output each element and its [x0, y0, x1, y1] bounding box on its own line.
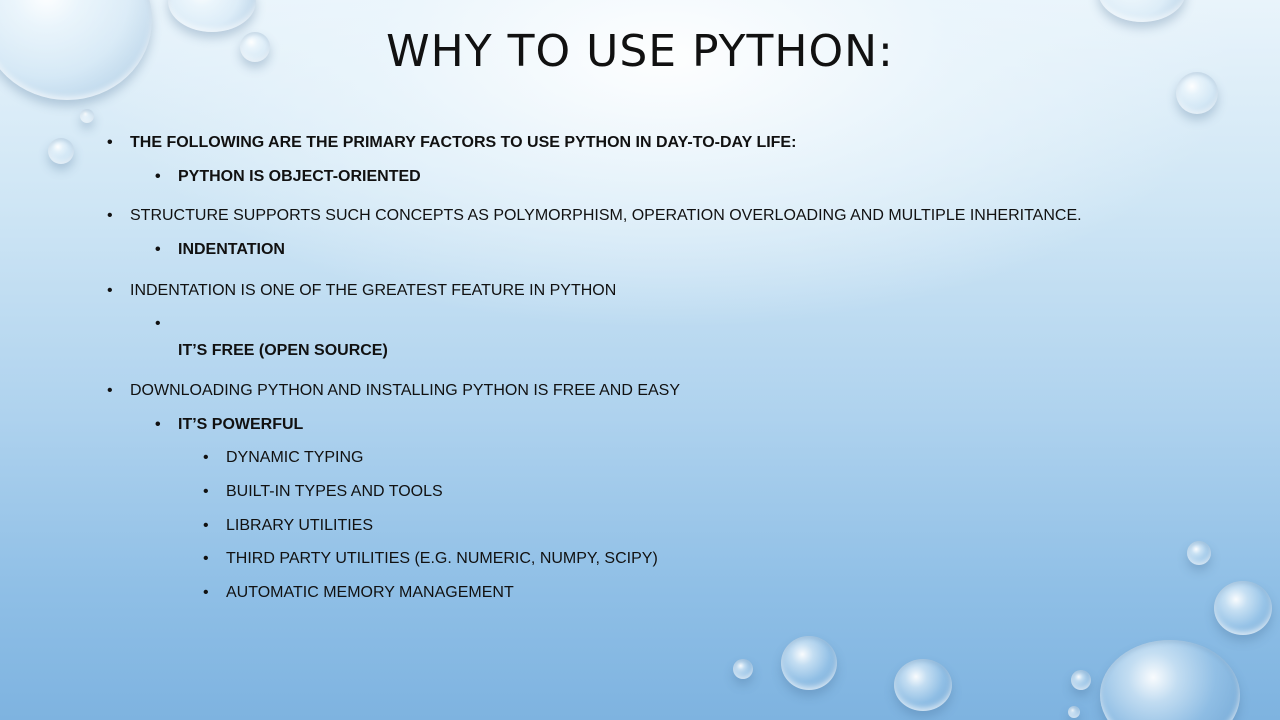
list-item: • IT’S POWERFUL — [155, 415, 304, 435]
bullet-marker: • — [203, 550, 209, 567]
bullet-marker: • — [155, 241, 161, 258]
list-item-text: STRUCTURE SUPPORTS SUCH CONCEPTS AS POLY… — [130, 207, 1082, 224]
list-item-text: DOWNLOADING PYTHON AND INSTALLING PYTHON… — [130, 382, 681, 399]
bullet-marker: • — [107, 207, 113, 224]
bullet-marker: • — [203, 584, 209, 601]
list-item: • AUTOMATIC MEMORY MANAGEMENT — [203, 583, 514, 603]
list-item-text: THE FOLLOWING ARE THE PRIMARY FACTORS TO… — [130, 134, 797, 151]
list-item: • LIBRARY UTILITIES — [203, 516, 374, 536]
list-item-text: INDENTATION IS ONE OF THE GREATEST FEATU… — [130, 282, 617, 299]
list-item: • DYNAMIC TYPING — [203, 448, 364, 468]
list-item-text: DYNAMIC TYPING — [226, 449, 364, 466]
list-item: • DOWNLOADING PYTHON AND INSTALLING PYTH… — [107, 381, 681, 401]
list-item-text: PYTHON IS OBJECT-ORIENTED — [178, 168, 421, 185]
list-item: IT’S FREE (OPEN SOURCE) — [178, 341, 388, 361]
bullet-list: • THE FOLLOWING ARE THE PRIMARY FACTORS … — [0, 0, 1280, 720]
list-item-text: IT’S POWERFUL — [178, 416, 304, 433]
bullet-marker: • — [203, 517, 209, 534]
list-item-text: AUTOMATIC MEMORY MANAGEMENT — [226, 584, 514, 601]
list-item-text: THIRD PARTY UTILITIES (E.G. NUMERIC, NUM… — [226, 550, 658, 567]
list-item-text: LIBRARY UTILITIES — [226, 517, 374, 534]
bullet-marker: • — [155, 315, 161, 332]
bullet-marker: • — [107, 382, 113, 399]
list-item: • INDENTATION — [155, 240, 285, 260]
bullet-marker: • — [203, 483, 209, 500]
list-item: • STRUCTURE SUPPORTS SUCH CONCEPTS AS PO… — [107, 206, 1082, 226]
bullet-marker: • — [203, 449, 209, 466]
list-item: • INDENTATION IS ONE OF THE GREATEST FEA… — [107, 281, 617, 301]
list-item: • THIRD PARTY UTILITIES (E.G. NUMERIC, N… — [203, 549, 658, 569]
bullet-marker: • — [107, 134, 113, 151]
bullet-marker: • — [155, 168, 161, 185]
list-item: • THE FOLLOWING ARE THE PRIMARY FACTORS … — [107, 133, 797, 153]
list-item-text: BUILT-IN TYPES AND TOOLS — [226, 483, 443, 500]
list-item: • PYTHON IS OBJECT-ORIENTED — [155, 167, 421, 187]
list-item-text: IT’S FREE (OPEN SOURCE) — [178, 342, 388, 359]
bullet-marker: • — [155, 416, 161, 433]
list-item-text: INDENTATION — [178, 241, 285, 258]
bullet-marker: • — [107, 282, 113, 299]
list-item: • BUILT-IN TYPES AND TOOLS — [203, 482, 443, 502]
